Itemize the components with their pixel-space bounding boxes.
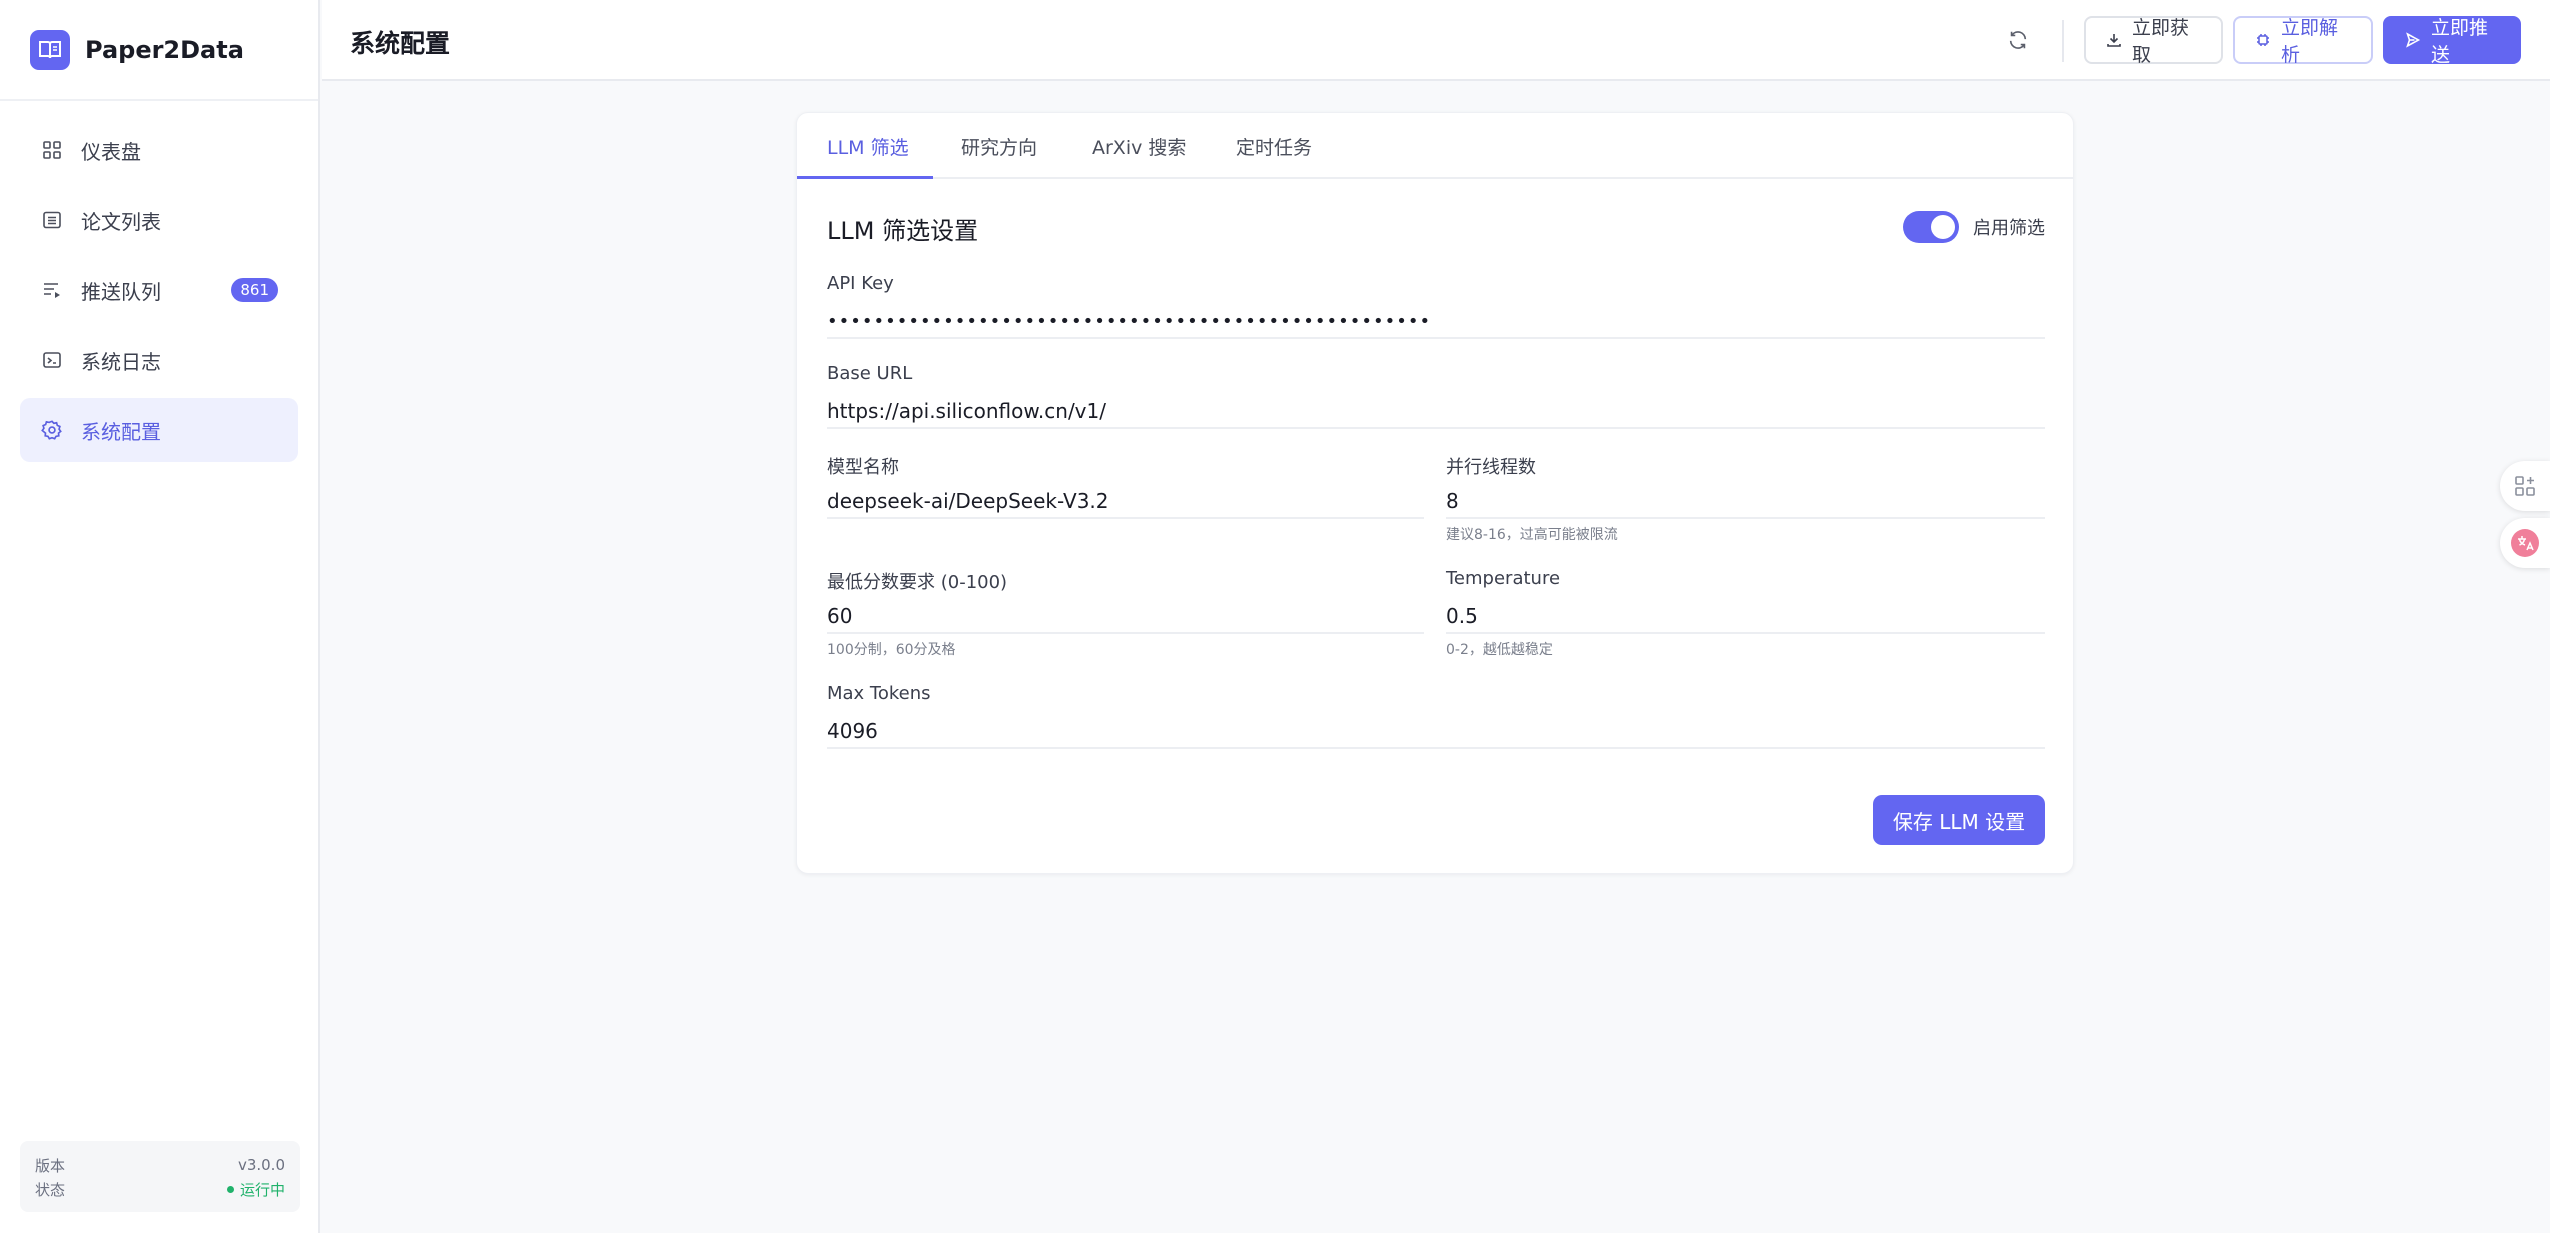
temperature-input[interactable]: 0.5 [1446, 600, 2045, 634]
push-now-label: 立即推送 [2431, 17, 2489, 66]
sidebar-item-logs[interactable]: 系统日志 [20, 328, 298, 392]
parse-now-button[interactable]: 立即解析 [2233, 16, 2373, 66]
version-value: v3.0.0 [237, 1156, 285, 1174]
base-url-label: Base URL [827, 363, 913, 384]
sidebar: Paper2Data 仪表盘 论文列表 推送队列 861 系统日志 系统配置 版… [0, 0, 320, 1233]
sidebar-item-label: 仪表盘 [81, 139, 141, 164]
max-tokens-field: Max Tokens 4096 [827, 683, 2045, 749]
enable-filter-toggle-group: 启用筛选 [1903, 211, 2045, 243]
download-icon [2106, 32, 2122, 48]
api-key-input[interactable]: ••••••••••••••••••••••••••••••••••••••••… [827, 305, 2045, 339]
min-score-field: 最低分数要求 (0-100) 60 100分制，60分及格 [827, 568, 1424, 659]
fetch-now-button[interactable]: 立即获取 [2084, 16, 2223, 66]
brand-name: Paper2Data [85, 35, 244, 64]
min-score-label: 最低分数要求 (0-100) [827, 572, 1008, 593]
min-score-hint: 100分制，60分及格 [827, 642, 956, 658]
version-label: 版本 [35, 1156, 66, 1175]
min-score-input[interactable]: 60 [827, 600, 1424, 634]
queue-count-badge: 861 [231, 278, 278, 302]
send-icon [2405, 32, 2421, 48]
terminal-icon [41, 349, 63, 371]
max-tokens-input[interactable]: 4096 [827, 715, 2045, 749]
model-name-field: 模型名称 deepseek-ai/DeepSeek-V3.2 [827, 453, 1424, 519]
section-title: LLM 筛选设置 [827, 217, 979, 245]
top-header: 系统配置 立即获取 立即解析 立即推送 [322, 0, 2550, 81]
max-tokens-label: Max Tokens [827, 683, 931, 704]
push-now-button[interactable]: 立即推送 [2383, 16, 2521, 66]
grid-icon [41, 139, 63, 161]
refresh-icon[interactable] [2002, 24, 2034, 56]
sidebar-item-papers[interactable]: 论文列表 [20, 188, 298, 252]
status-indicator: 运行中 [226, 1179, 285, 1200]
active-tab-indicator [797, 176, 933, 179]
sidebar-item-push-queue[interactable]: 推送队列 861 [20, 258, 298, 322]
save-llm-settings-button[interactable]: 保存 LLM 设置 [1873, 795, 2045, 845]
header-divider [2062, 20, 2064, 62]
base-url-field: Base URL https://api.siliconflow.cn/v1/ [827, 363, 2045, 429]
queue-icon [41, 279, 63, 301]
tab-research-direction[interactable]: 研究方向 [961, 133, 1037, 160]
threads-label: 并行线程数 [1446, 457, 1536, 478]
tab-llm-filter[interactable]: LLM 筛选 [827, 133, 909, 160]
parse-now-label: 立即解析 [2281, 17, 2339, 66]
book-icon [30, 29, 70, 70]
base-url-input[interactable]: https://api.siliconflow.cn/v1/ [827, 395, 2045, 429]
status-dot-icon [226, 1185, 234, 1193]
fetch-now-label: 立即获取 [2132, 17, 2190, 66]
sidebar-item-label: 系统日志 [81, 349, 161, 374]
tab-scheduled-tasks[interactable]: 定时任务 [1236, 133, 1312, 160]
temperature-field: Temperature 0.5 0-2，越低越稳定 [1446, 568, 2045, 659]
temperature-label: Temperature [1446, 568, 1561, 589]
app-widget-icon[interactable] [2500, 461, 2550, 511]
threads-field: 并行线程数 8 建议8-16，过高可能被限流 [1446, 453, 2045, 544]
tab-arxiv-search[interactable]: ArXiv 搜索 [1092, 133, 1186, 160]
toggle-knob [1931, 215, 1955, 239]
settings-tabs: LLM 筛选 研究方向 ArXiv 搜索 定时任务 [797, 113, 2073, 179]
enable-filter-label: 启用筛选 [1973, 218, 2045, 239]
api-key-label: API Key [827, 273, 894, 294]
sidebar-item-dashboard[interactable]: 仪表盘 [20, 118, 298, 182]
translate-icon[interactable] [2500, 518, 2550, 568]
list-icon [41, 209, 63, 231]
model-name-input[interactable]: deepseek-ai/DeepSeek-V3.2 [827, 485, 1424, 519]
sidebar-item-label: 系统配置 [81, 419, 161, 444]
model-name-label: 模型名称 [827, 457, 899, 478]
enable-filter-toggle[interactable] [1903, 211, 1959, 243]
version-status-panel: 版本 v3.0.0 状态 运行中 [20, 1141, 300, 1212]
temperature-hint: 0-2，越低越稳定 [1446, 642, 1553, 658]
sidebar-item-settings[interactable]: 系统配置 [20, 398, 298, 462]
brand: Paper2Data [0, 0, 318, 101]
status-label: 状态 [35, 1180, 66, 1199]
status-value: 运行中 [239, 1180, 285, 1199]
sidebar-item-label: 论文列表 [81, 209, 161, 234]
settings-card: LLM 筛选 研究方向 ArXiv 搜索 定时任务 LLM 筛选设置 启用筛选 … [796, 112, 2074, 874]
threads-input[interactable]: 8 [1446, 485, 2045, 519]
sidebar-nav: 仪表盘 论文列表 推送队列 861 系统日志 系统配置 [0, 101, 318, 462]
gear-icon [41, 419, 63, 441]
threads-hint: 建议8-16，过高可能被限流 [1446, 527, 1618, 543]
sidebar-item-label: 推送队列 [81, 279, 161, 304]
api-key-field: API Key ••••••••••••••••••••••••••••••••… [827, 273, 2045, 339]
cpu-icon [2255, 32, 2271, 48]
page-title: 系统配置 [350, 29, 451, 58]
